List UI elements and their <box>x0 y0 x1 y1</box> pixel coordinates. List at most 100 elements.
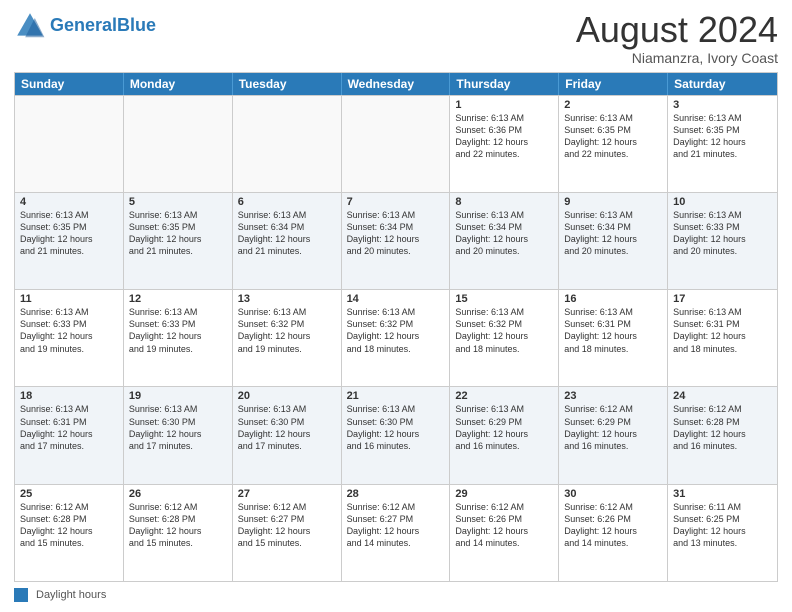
calendar-header-cell: Sunday <box>15 73 124 95</box>
day-number: 2 <box>564 99 662 111</box>
day-number: 7 <box>347 196 445 208</box>
day-info: Sunrise: 6:13 AMSunset: 6:34 PMDaylight:… <box>455 209 553 258</box>
day-number: 22 <box>455 390 553 402</box>
calendar-header-cell: Monday <box>124 73 233 95</box>
logo-blue: Blue <box>117 15 156 35</box>
day-info: Sunrise: 6:13 AMSunset: 6:30 PMDaylight:… <box>238 403 336 452</box>
day-number: 11 <box>20 293 118 305</box>
calendar-cell: 26Sunrise: 6:12 AMSunset: 6:28 PMDayligh… <box>124 485 233 581</box>
day-number: 3 <box>673 99 772 111</box>
calendar-row: 18Sunrise: 6:13 AMSunset: 6:31 PMDayligh… <box>15 386 777 483</box>
day-info: Sunrise: 6:13 AMSunset: 6:32 PMDaylight:… <box>455 306 553 355</box>
day-info: Sunrise: 6:13 AMSunset: 6:34 PMDaylight:… <box>238 209 336 258</box>
calendar-cell: 15Sunrise: 6:13 AMSunset: 6:32 PMDayligh… <box>450 290 559 386</box>
calendar-cell <box>15 96 124 192</box>
day-number: 29 <box>455 488 553 500</box>
title-block: August 2024 Niamanzra, Ivory Coast <box>576 10 778 66</box>
calendar-cell: 20Sunrise: 6:13 AMSunset: 6:30 PMDayligh… <box>233 387 342 483</box>
day-number: 12 <box>129 293 227 305</box>
calendar-cell: 5Sunrise: 6:13 AMSunset: 6:35 PMDaylight… <box>124 193 233 289</box>
calendar-cell: 9Sunrise: 6:13 AMSunset: 6:34 PMDaylight… <box>559 193 668 289</box>
day-number: 25 <box>20 488 118 500</box>
legend-label: Daylight hours <box>36 589 106 601</box>
main-title: August 2024 <box>576 10 778 50</box>
calendar-cell: 3Sunrise: 6:13 AMSunset: 6:35 PMDaylight… <box>668 96 777 192</box>
day-info: Sunrise: 6:13 AMSunset: 6:34 PMDaylight:… <box>347 209 445 258</box>
calendar-row: 4 Sunrise: 6:13 AMSunset: 6:35 PMDaylight… <box>15 192 777 289</box>
day-number: 13 <box>238 293 336 305</box>
calendar-header-cell: Saturday <box>668 73 777 95</box>
day-number: 30 <box>564 488 662 500</box>
subtitle: Niamanzra, Ivory Coast <box>576 50 778 66</box>
day-info: Sunrise: 6:13 AMSunset: 6:33 PMDaylight:… <box>129 306 227 355</box>
calendar-header-cell: Friday <box>559 73 668 95</box>
calendar-cell: 30Sunrise: 6:12 AMSunset: 6:26 PMDayligh… <box>559 485 668 581</box>
day-info: Sunrise: 6:13 AMSunset: 6:32 PMDaylight:… <box>238 306 336 355</box>
calendar-cell: 14Sunrise: 6:13 AMSunset: 6:32 PMDayligh… <box>342 290 451 386</box>
calendar-row: 11Sunrise: 6:13 AMSunset: 6:33 PMDayligh… <box>15 289 777 386</box>
day-number: 1 <box>455 99 553 111</box>
day-info: Sunrise: 6:12 AMSunset: 6:27 PMDaylight:… <box>347 501 445 550</box>
day-number: 16 <box>564 293 662 305</box>
day-number: 6 <box>238 196 336 208</box>
calendar-cell: 23Sunrise: 6:12 AMSunset: 6:29 PMDayligh… <box>559 387 668 483</box>
calendar-cell: 19Sunrise: 6:13 AMSunset: 6:30 PMDayligh… <box>124 387 233 483</box>
calendar-cell: 8Sunrise: 6:13 AMSunset: 6:34 PMDaylight… <box>450 193 559 289</box>
calendar-cell: 21Sunrise: 6:13 AMSunset: 6:30 PMDayligh… <box>342 387 451 483</box>
day-info: Sunrise: 6:12 AMSunset: 6:28 PMDaylight:… <box>673 403 772 452</box>
calendar-cell: 13Sunrise: 6:13 AMSunset: 6:32 PMDayligh… <box>233 290 342 386</box>
day-number: 26 <box>129 488 227 500</box>
day-info: Sunrise: 6:12 AMSunset: 6:28 PMDaylight:… <box>20 501 118 550</box>
calendar-cell: 6Sunrise: 6:13 AMSunset: 6:34 PMDaylight… <box>233 193 342 289</box>
calendar-cell <box>124 96 233 192</box>
day-number: 18 <box>20 390 118 402</box>
day-info: Sunrise: 6:13 AMSunset: 6:36 PMDaylight:… <box>455 112 553 161</box>
day-info: Sunrise: 6:13 AMSunset: 6:31 PMDaylight:… <box>20 403 118 452</box>
day-info: Sunrise: 6:13 AMSunset: 6:29 PMDaylight:… <box>455 403 553 452</box>
page: GeneralBlue August 2024 Niamanzra, Ivory… <box>0 0 792 612</box>
header: GeneralBlue August 2024 Niamanzra, Ivory… <box>14 10 778 66</box>
day-number: 20 <box>238 390 336 402</box>
calendar-cell: 11Sunrise: 6:13 AMSunset: 6:33 PMDayligh… <box>15 290 124 386</box>
day-info: Sunrise: 6:13 AMSunset: 6:33 PMDaylight:… <box>20 306 118 355</box>
logo-icon <box>14 10 46 42</box>
day-number: 17 <box>673 293 772 305</box>
day-info: Sunrise: 6:13 AMSunset: 6:34 PMDaylight:… <box>564 209 662 258</box>
day-number: 10 <box>673 196 772 208</box>
day-number: 14 <box>347 293 445 305</box>
day-info: Sunrise: 6:13 AMSunset: 6:31 PMDaylight:… <box>564 306 662 355</box>
calendar-cell: 24Sunrise: 6:12 AMSunset: 6:28 PMDayligh… <box>668 387 777 483</box>
calendar-cell: 22Sunrise: 6:13 AMSunset: 6:29 PMDayligh… <box>450 387 559 483</box>
calendar-row: 1Sunrise: 6:13 AMSunset: 6:36 PMDaylight… <box>15 95 777 192</box>
day-number: 27 <box>238 488 336 500</box>
calendar-body: 1Sunrise: 6:13 AMSunset: 6:36 PMDaylight… <box>15 95 777 581</box>
calendar-cell: 31Sunrise: 6:11 AMSunset: 6:25 PMDayligh… <box>668 485 777 581</box>
day-info: Sunrise: 6:11 AMSunset: 6:25 PMDaylight:… <box>673 501 772 550</box>
day-info: Sunrise: 6:13 AMSunset: 6:31 PMDaylight:… <box>673 306 772 355</box>
calendar-cell <box>342 96 451 192</box>
calendar-cell: 12Sunrise: 6:13 AMSunset: 6:33 PMDayligh… <box>124 290 233 386</box>
day-info: Sunrise: 6:12 AMSunset: 6:29 PMDaylight:… <box>564 403 662 452</box>
legend-color-box <box>14 588 28 602</box>
calendar-cell: 7Sunrise: 6:13 AMSunset: 6:34 PMDaylight… <box>342 193 451 289</box>
calendar-cell <box>233 96 342 192</box>
calendar-header-cell: Wednesday <box>342 73 451 95</box>
day-info: Sunrise: 6:13 AMSunset: 6:35 PMDaylight:… <box>129 209 227 258</box>
calendar-header: SundayMondayTuesdayWednesdayThursdayFrid… <box>15 73 777 95</box>
day-info: Sunrise: 6:13 AMSunset: 6:30 PMDaylight:… <box>129 403 227 452</box>
day-number: 9 <box>564 196 662 208</box>
calendar-cell: 28Sunrise: 6:12 AMSunset: 6:27 PMDayligh… <box>342 485 451 581</box>
day-number: 31 <box>673 488 772 500</box>
day-info: Sunrise: 6:12 AMSunset: 6:28 PMDaylight:… <box>129 501 227 550</box>
calendar-cell: 17Sunrise: 6:13 AMSunset: 6:31 PMDayligh… <box>668 290 777 386</box>
calendar-row: 25Sunrise: 6:12 AMSunset: 6:28 PMDayligh… <box>15 484 777 581</box>
day-number: 8 <box>455 196 553 208</box>
calendar-cell: 2Sunrise: 6:13 AMSunset: 6:35 PMDaylight… <box>559 96 668 192</box>
calendar-cell: 16Sunrise: 6:13 AMSunset: 6:31 PMDayligh… <box>559 290 668 386</box>
day-number: 4 <box>20 196 118 208</box>
calendar-cell: 25Sunrise: 6:12 AMSunset: 6:28 PMDayligh… <box>15 485 124 581</box>
day-info: Sunrise: 6:12 AMSunset: 6:26 PMDaylight:… <box>564 501 662 550</box>
day-info: Sunrise: 6:13 AMSunset: 6:33 PMDaylight:… <box>673 209 772 258</box>
calendar-cell: 29Sunrise: 6:12 AMSunset: 6:26 PMDayligh… <box>450 485 559 581</box>
calendar-header-cell: Thursday <box>450 73 559 95</box>
